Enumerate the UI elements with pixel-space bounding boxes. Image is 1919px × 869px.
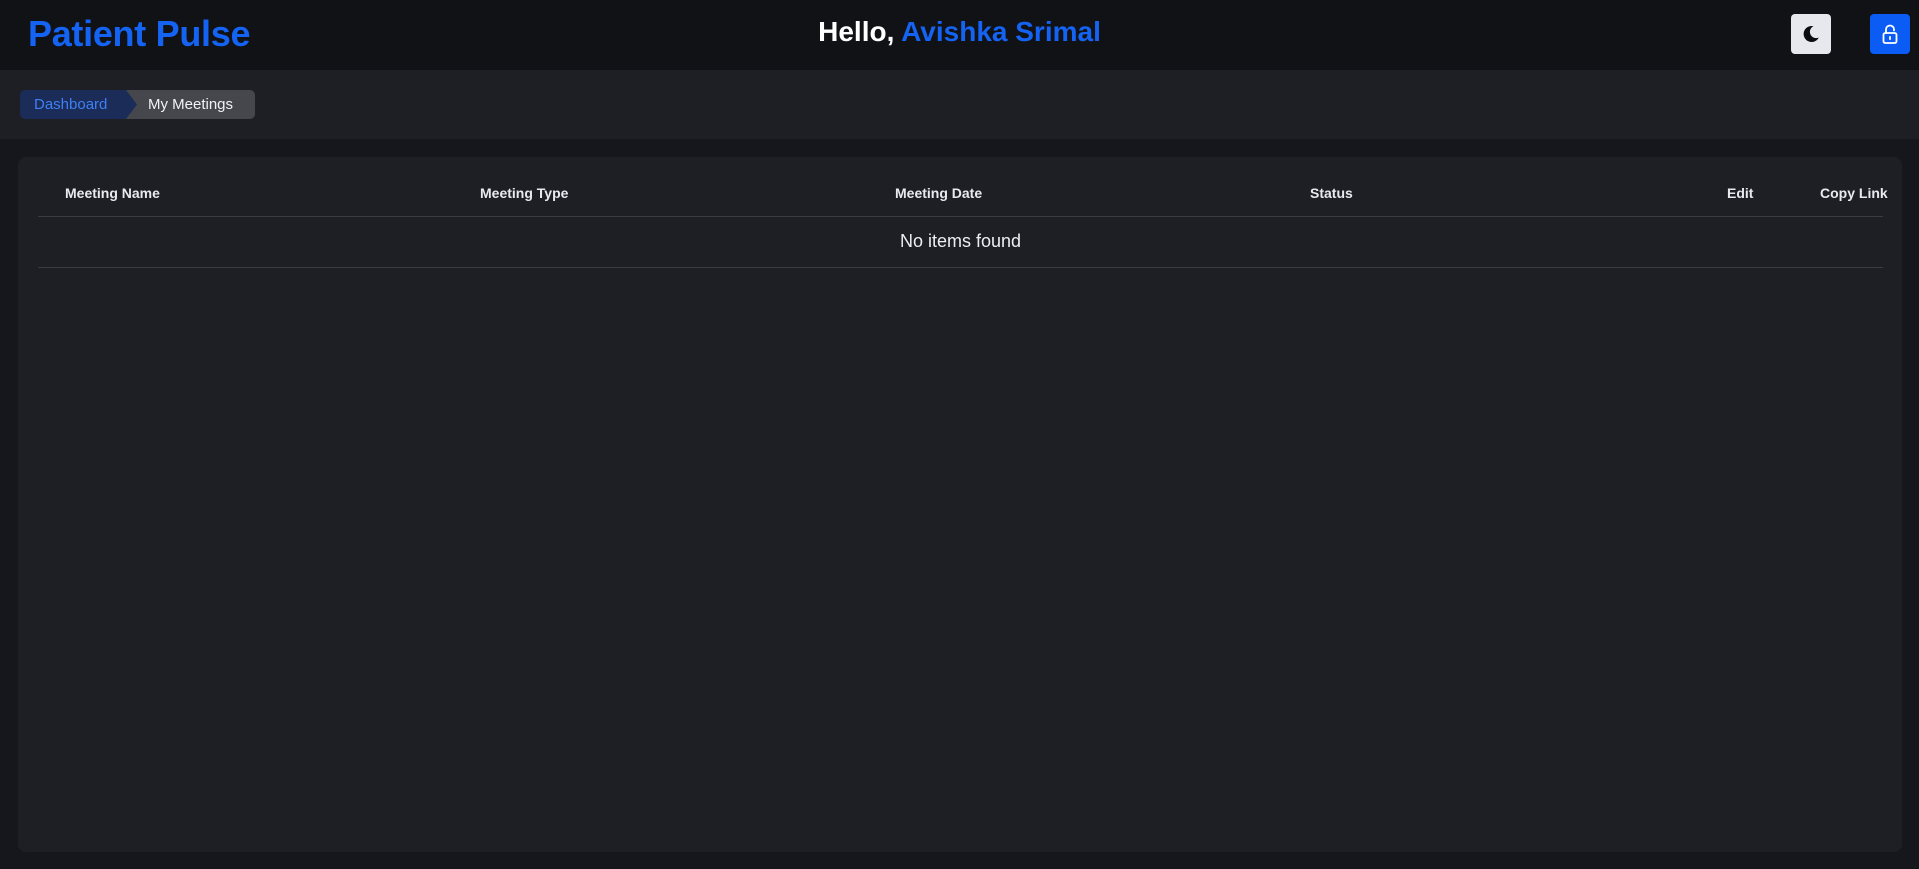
column-header-meeting-type: Meeting Type bbox=[480, 185, 569, 201]
top-navbar: Patient Pulse Hello, Avishka Srimal bbox=[0, 0, 1919, 70]
empty-state-row: No items found bbox=[38, 217, 1883, 268]
breadcrumb: Dashboard My Meetings bbox=[0, 70, 1919, 139]
greeting: Hello, Avishka Srimal bbox=[0, 16, 1919, 48]
column-header-meeting-date: Meeting Date bbox=[895, 185, 983, 201]
column-header-edit: Edit bbox=[1727, 185, 1754, 201]
column-header-status: Status bbox=[1310, 185, 1353, 201]
lock-icon bbox=[1882, 24, 1898, 44]
theme-toggle-button[interactable] bbox=[1791, 14, 1831, 54]
lock-button[interactable] bbox=[1870, 14, 1910, 54]
table-header: Meeting Name Meeting Type Meeting Date S… bbox=[38, 185, 1888, 217]
breadcrumb-item-dashboard[interactable]: Dashboard bbox=[20, 90, 137, 119]
meetings-table-panel: Meeting Name Meeting Type Meeting Date S… bbox=[18, 157, 1902, 852]
breadcrumb-item-my-meetings: My Meetings bbox=[125, 90, 255, 119]
column-header-copy-link: Copy Link bbox=[1820, 185, 1888, 201]
user-name: Avishka Srimal bbox=[901, 16, 1101, 47]
moon-icon bbox=[1803, 25, 1819, 42]
greeting-prefix: Hello, bbox=[818, 16, 902, 47]
column-header-meeting-name: Meeting Name bbox=[65, 185, 160, 201]
